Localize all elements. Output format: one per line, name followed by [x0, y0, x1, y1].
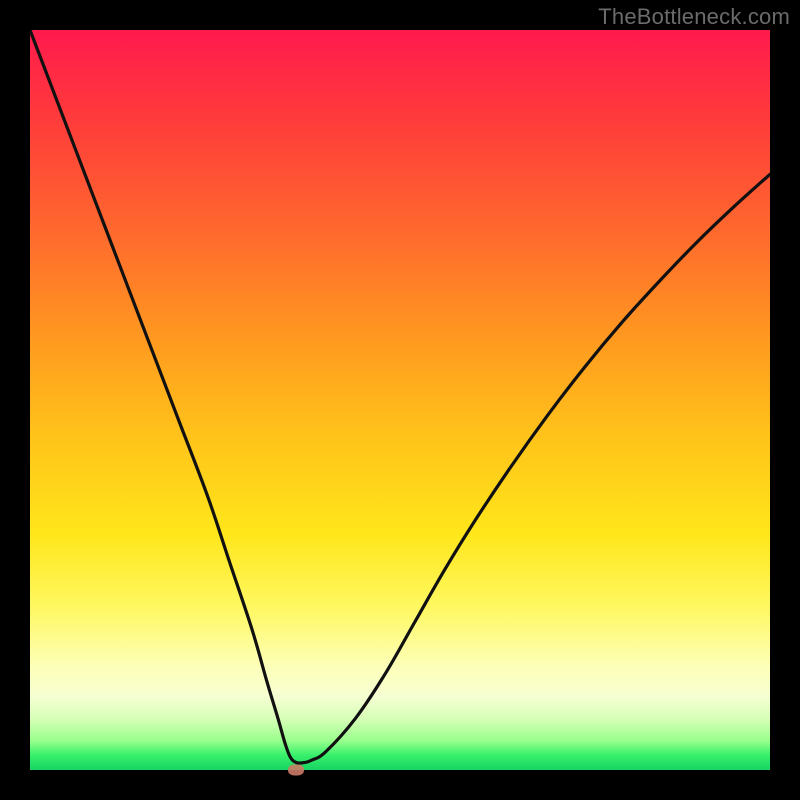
plot-area — [30, 30, 770, 770]
watermark-text: TheBottleneck.com — [598, 4, 790, 30]
curve-path — [30, 30, 770, 763]
optimal-point-marker — [288, 765, 304, 776]
chart-container: TheBottleneck.com — [0, 0, 800, 800]
bottleneck-curve — [30, 30, 770, 770]
